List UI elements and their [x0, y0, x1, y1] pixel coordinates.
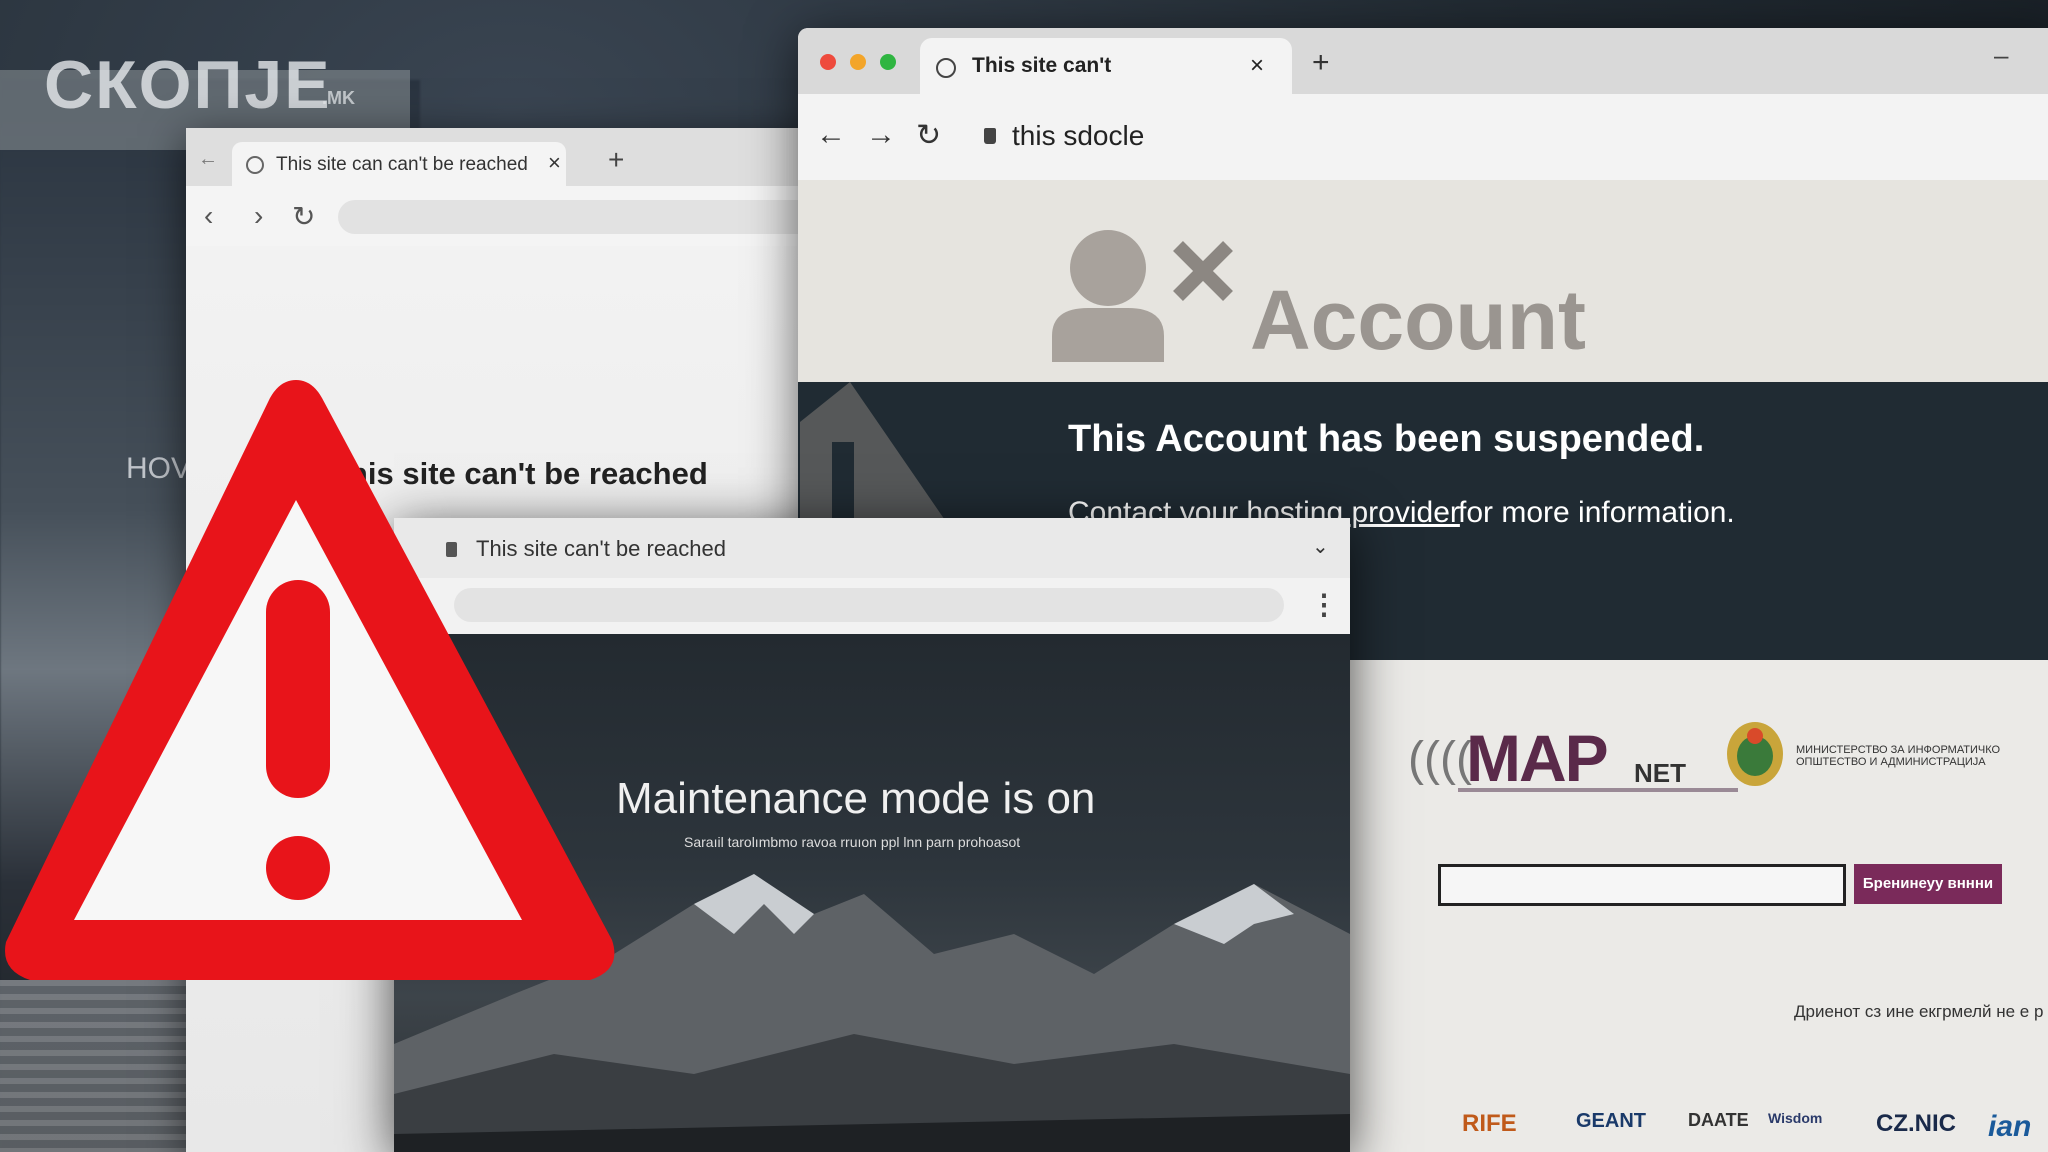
back-button[interactable]: ←: [816, 118, 846, 152]
address-bar[interactable]: [338, 200, 818, 234]
back-arrow-icon[interactable]: ←: [198, 148, 218, 171]
reload-button[interactable]: ↻: [916, 118, 941, 153]
partner-logo-geant: GEANT: [1576, 1110, 1646, 1132]
tab-title: This site can't: [972, 54, 1112, 77]
tab-bar: This site can't × + –: [798, 28, 2048, 94]
coat-of-arms-icon: [1727, 722, 1783, 786]
tab-active[interactable]: This site can can't be reached ×: [232, 142, 566, 186]
suspended-header: Account Suspended: [798, 180, 2048, 464]
site-icon: [936, 58, 956, 78]
close-icon[interactable]: ×: [1250, 52, 1264, 80]
footer-text: Дриенот сз ине екгрмелй не е р: [1794, 1002, 2044, 1021]
toolbar: ← → ↻ this sdocle: [798, 94, 2048, 181]
contact-message-rest: for more information.: [1458, 496, 1735, 529]
partner-logo-rife: RIFE: [1462, 1110, 1517, 1137]
partner-logo-daate: DAATE: [1688, 1110, 1749, 1130]
minimize-icon[interactable]: –: [1994, 40, 2008, 71]
mapnet-tagline: [1458, 788, 1738, 792]
ministry-title: МИНИСТЕРСТВО ЗА ИНФОРМАТИЧКО ОПШТЕСТВО И…: [1796, 744, 2001, 768]
more-menu-icon[interactable]: ⋮: [1310, 588, 1338, 621]
search-input[interactable]: [1438, 864, 1846, 906]
reload-button[interactable]: ↻: [292, 200, 315, 233]
partner-logo-ian: ian: [1988, 1110, 2032, 1143]
globe-icon: [246, 156, 264, 174]
partner-logo-cznic: CZ.NIC: [1876, 1110, 1956, 1137]
site-logo: СКОПЈЕ: [44, 47, 332, 123]
tab-active[interactable]: This site can't ×: [920, 38, 1292, 94]
chevron-down-icon[interactable]: ⌄: [1312, 534, 1329, 559]
zoom-window-button[interactable]: [880, 54, 896, 70]
toolbar: ‹ › ↻: [186, 186, 826, 246]
forward-button[interactable]: ›: [254, 200, 263, 232]
mapnet-logo: MAP: [1466, 721, 1609, 795]
user-icon: [1052, 230, 1164, 362]
search-button[interactable]: Бренинеуу вннни: [1854, 864, 2002, 904]
close-window-button[interactable]: [820, 54, 836, 70]
minimize-window-button[interactable]: [850, 54, 866, 70]
lock-icon: [984, 128, 996, 144]
mapnet-logo-suffix: NET: [1634, 758, 1686, 788]
forward-button[interactable]: →: [866, 118, 896, 152]
tab-bar: ← This site can can't be reached × +: [186, 128, 826, 186]
address-bar[interactable]: this sdocle: [1012, 120, 1144, 152]
back-button[interactable]: ‹: [204, 200, 213, 232]
warning-icon: [5, 380, 615, 980]
new-tab-button[interactable]: +: [1312, 46, 1330, 80]
maintenance-subtitle: Saraıil tarolımbmo ravoa rruıon ppl lnn …: [684, 834, 1021, 850]
partner-logo-wisdom: Wisdom: [1768, 1110, 1823, 1126]
new-tab-button[interactable]: +: [608, 144, 624, 176]
close-icon[interactable]: ×: [548, 150, 561, 176]
map-waves-icon: ((((: [1408, 733, 1472, 786]
tab-title: This site can can't be reached: [276, 154, 528, 175]
suspended-message: This Account has been suspended.: [1068, 418, 1705, 460]
site-logo-suffix: .MK: [322, 88, 355, 108]
x-mark-icon: [1173, 241, 1233, 301]
maintenance-title: Maintenance mode is on: [616, 774, 1096, 823]
